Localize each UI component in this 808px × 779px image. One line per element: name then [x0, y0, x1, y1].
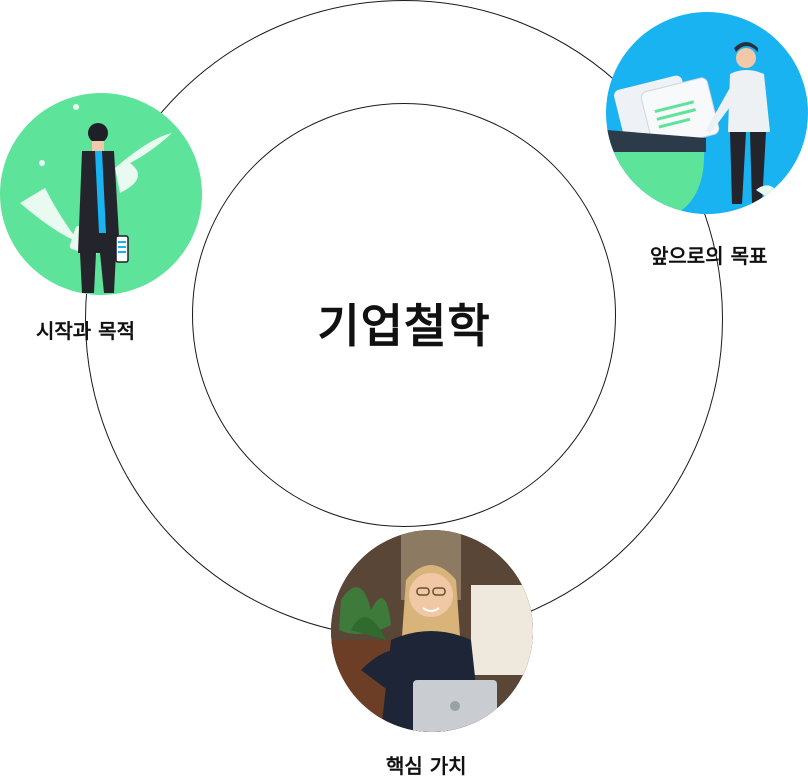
node-start: 시작과 목적 — [0, 93, 202, 343]
diagram-title: 기업철학 — [317, 299, 491, 353]
node-label-goal: 앞으로의 목표 — [650, 244, 768, 268]
node-goal: 앞으로의 목표 — [606, 12, 808, 268]
person-with-documents-icon — [606, 12, 808, 214]
woman-on-phone-laptop-photo — [331, 530, 533, 732]
node-label-value: 핵심 가치 — [386, 754, 467, 778]
node-label-start: 시작과 목적 — [36, 319, 135, 343]
node-value: 핵심 가치 — [331, 530, 533, 778]
person-standing-phone-icon — [0, 93, 202, 295]
